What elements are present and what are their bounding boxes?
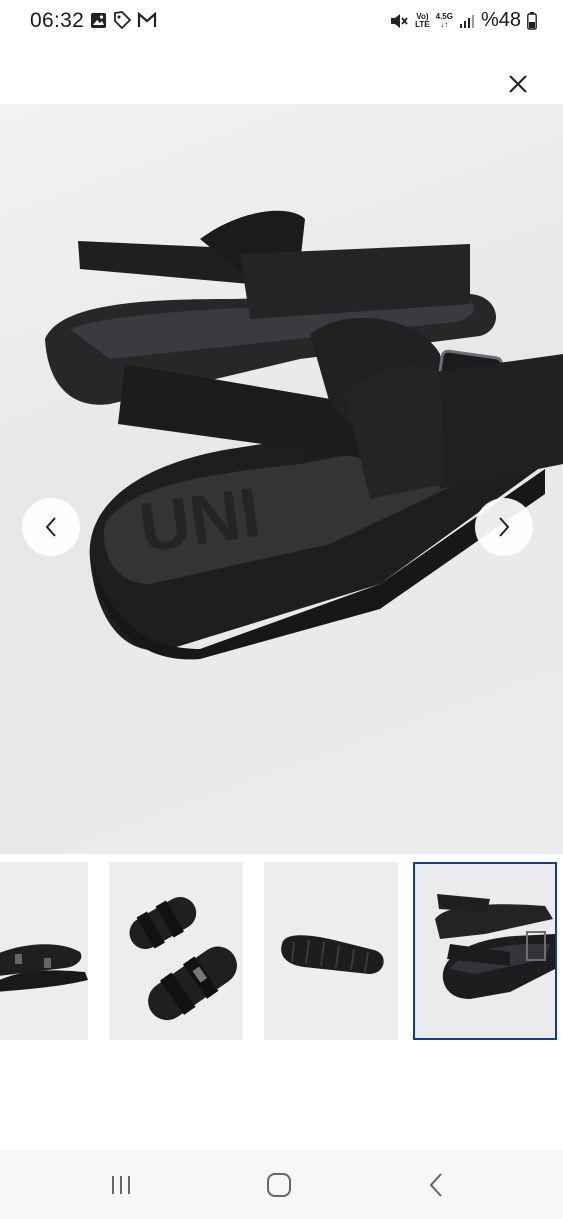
home-button[interactable] <box>259 1170 299 1200</box>
thumbnail-1[interactable] <box>0 862 88 1040</box>
sandal-pair-top-image <box>129 897 237 1021</box>
network-label: Vo) LTE <box>415 12 430 29</box>
battery-percent: %48 <box>480 9 521 31</box>
thumbnail-2[interactable] <box>109 862 243 1040</box>
gmail-icon <box>137 12 157 27</box>
recent-apps-icon <box>112 1176 130 1194</box>
close-button[interactable] <box>504 70 532 98</box>
status-time: 06:32 <box>30 9 85 32</box>
next-image-button[interactable] <box>475 498 533 556</box>
speed-label: 4.5G ↓↑ <box>436 12 453 29</box>
previous-image-button[interactable] <box>22 498 80 556</box>
mute-icon <box>391 13 408 28</box>
signal-icon <box>459 14 474 28</box>
home-icon <box>267 1173 291 1197</box>
battery-icon <box>527 11 537 30</box>
sandal-rear-image <box>435 894 555 999</box>
back-icon <box>429 1173 442 1197</box>
back-button[interactable] <box>416 1170 456 1200</box>
sandal-rear-image: UNI <box>45 210 563 660</box>
system-navigation-bar <box>0 1150 563 1219</box>
sandal-pair-side-image <box>0 944 88 992</box>
status-bar: 06:32 Vo) LTE 4.5G ↓↑ %48 <box>0 0 563 44</box>
network-bottom-label: LTE <box>415 19 430 29</box>
svg-text:UNI: UNI <box>135 473 265 567</box>
chevron-left-icon <box>45 517 56 537</box>
system-indicators: Vo) LTE 4.5G ↓↑ %48 <box>389 9 537 32</box>
close-icon <box>509 75 527 93</box>
chevron-right-icon <box>499 517 510 537</box>
speed-bottom-label: ↓↑ <box>440 19 449 29</box>
sandal-sole-image <box>281 935 384 974</box>
notification-icons <box>90 11 157 29</box>
thumbnail-4-selected[interactable] <box>413 862 557 1040</box>
tag-icon <box>114 11 131 29</box>
main-product-image[interactable]: UNI <box>0 104 563 854</box>
thumbnail-3[interactable] <box>264 862 398 1040</box>
recent-apps-button[interactable] <box>101 1170 141 1200</box>
image-icon <box>91 12 106 28</box>
